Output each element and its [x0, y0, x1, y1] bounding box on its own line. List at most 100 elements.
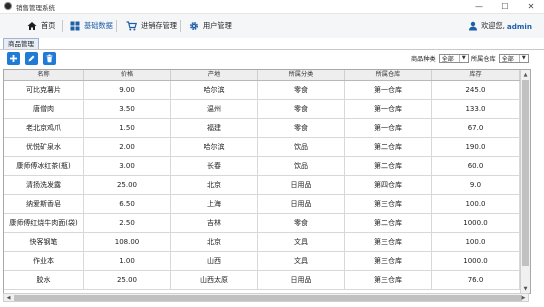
- table-cell: 清扬洗发露: [4, 176, 84, 194]
- table-cell: 日用品: [258, 271, 345, 289]
- close-button[interactable]: ✕: [518, 0, 544, 13]
- scroll-thumb[interactable]: [14, 295, 522, 301]
- scroll-up-icon[interactable]: ▲: [521, 70, 530, 79]
- nav-item-users[interactable]: 用户管理: [189, 14, 232, 38]
- table-cell: 山西太原: [171, 271, 258, 289]
- table-cell: 上海: [171, 195, 258, 213]
- table-cell: 100.0: [432, 195, 520, 213]
- welcome-text: 欢迎您,: [481, 21, 505, 30]
- table-cell: 北京: [171, 233, 258, 251]
- nav-item-label: 基础数据: [84, 21, 113, 30]
- table-cell: 190.0: [432, 138, 520, 156]
- table-row[interactable]: 快客钢笔 108.00 北京 文具 第三仓库 100.0: [4, 233, 530, 252]
- nav-item-label: 进销存管理: [141, 21, 177, 30]
- warehouse-filter: 所属仓库 全部 ▼: [471, 54, 529, 63]
- table-cell: 日用品: [258, 195, 345, 213]
- minimize-button[interactable]: —: [466, 0, 492, 13]
- table-cell: 第四仓库: [345, 176, 432, 194]
- category-filter: 商品种类 全部 ▼: [411, 54, 469, 63]
- table-cell: 胶水: [4, 271, 84, 289]
- window-title: 销售管理系统: [16, 4, 55, 12]
- username-link[interactable]: admin: [507, 22, 532, 31]
- gear-icon: [189, 21, 199, 31]
- table-cell: 哈尔滨: [171, 138, 258, 156]
- warehouse-filter-label: 所属仓库: [471, 56, 496, 63]
- table-row[interactable]: 康师傅冰红茶(瓶) 3.00 长春 饮品 第二仓库 60.0: [4, 157, 530, 176]
- nav-item-basic-data[interactable]: 基础数据: [70, 14, 113, 38]
- warehouse-select-value: 全部: [501, 56, 514, 63]
- table-row[interactable]: 可比克薯片 9.00 哈尔滨 零食 第一仓库 245.0: [4, 81, 530, 100]
- horizontal-scrollbar[interactable]: ◀ ▶: [3, 293, 529, 302]
- category-select-value: 全部: [441, 56, 454, 63]
- table-row[interactable]: 纳爱斯香皂 6.50 上海 日用品 第三仓库 100.0: [4, 195, 530, 214]
- table-cell: 零食: [258, 119, 345, 137]
- category-select[interactable]: 全部 ▼: [438, 54, 469, 63]
- table-cell: 文具: [258, 233, 345, 251]
- delete-button[interactable]: [43, 52, 56, 65]
- table-cell: 第二仓库: [345, 138, 432, 156]
- add-button[interactable]: [7, 52, 20, 65]
- home-icon: [27, 22, 37, 30]
- scroll-down-icon[interactable]: ▼: [521, 284, 530, 293]
- nav-item-label: 首页: [41, 21, 56, 30]
- table-cell: 唐僧肉: [4, 100, 84, 118]
- table-row[interactable]: 作业本 1.00 山西 文具 第三仓库 1000.0: [4, 252, 530, 271]
- grid-icon: [70, 21, 80, 31]
- table-cell: 第一仓库: [345, 100, 432, 118]
- category-filter-label: 商品种类: [411, 56, 436, 63]
- title-bar: 销售管理系统 — ☐ ✕: [0, 0, 544, 14]
- table-cell: 优悦矿泉水: [4, 138, 84, 156]
- pencil-icon: [28, 55, 35, 62]
- table-cell: 3.00: [84, 157, 171, 175]
- warehouse-select[interactable]: 全部 ▼: [498, 54, 529, 63]
- table-cell: 6.50: [84, 195, 171, 213]
- table-cell: 零食: [258, 81, 345, 99]
- maximize-button[interactable]: ☐: [492, 0, 518, 13]
- table-cell: 可比克薯片: [4, 81, 84, 99]
- scroll-right-icon[interactable]: ▶: [519, 294, 528, 301]
- table-cell: 山西: [171, 252, 258, 270]
- table-row[interactable]: 老北京鸡爪 1.50 福建 零食 第一仓库 67.0: [4, 119, 530, 138]
- table-cell: 吉林: [171, 214, 258, 232]
- product-table: 名称 价格 产地 所属分类 所属仓库 库存 可比克薯片 9.00 哈尔滨 零食 第一仓库…: [3, 69, 531, 294]
- column-header[interactable]: 名称: [4, 70, 84, 80]
- table-cell: 老北京鸡爪: [4, 119, 84, 137]
- tab-product-management[interactable]: 商品管理: [3, 38, 39, 49]
- column-header[interactable]: 所属分类: [258, 70, 345, 80]
- scroll-left-icon[interactable]: ◀: [4, 294, 13, 301]
- nav-item-label: 用户管理: [203, 21, 232, 30]
- table-cell: 100.0: [432, 233, 520, 251]
- user-icon: [469, 21, 478, 31]
- table-cell: 245.0: [432, 81, 520, 99]
- nav-item-inventory[interactable]: 进销存管理: [126, 14, 177, 38]
- main-nav: 首页 基础数据 进销存管理 用户管理 欢迎您, admin: [0, 14, 544, 39]
- table-row[interactable]: 清扬洗发露 25.00 北京 日用品 第四仓库 9.0: [4, 176, 530, 195]
- table-cell: 温州: [171, 100, 258, 118]
- table-cell: 1000.0: [432, 252, 520, 270]
- edit-button[interactable]: [25, 52, 38, 65]
- table-header: 名称 价格 产地 所属分类 所属仓库 库存: [4, 70, 530, 81]
- window-controls: — ☐ ✕: [466, 0, 544, 13]
- table-cell: 饮品: [258, 138, 345, 156]
- table-cell: 25.00: [84, 176, 171, 194]
- table-cell: 67.0: [432, 119, 520, 137]
- column-header[interactable]: 库存: [432, 70, 520, 80]
- table-cell: 作业本: [4, 252, 84, 270]
- vertical-scrollbar[interactable]: ▲ ▼: [520, 70, 530, 293]
- chevron-down-icon: ▼: [518, 55, 528, 62]
- table-cell: 快客钢笔: [4, 233, 84, 251]
- table-cell: 1.50: [84, 119, 171, 137]
- table-row[interactable]: 康师傅红烧牛肉面(袋) 2.50 吉林 零食 第二仓库 1000.0: [4, 214, 530, 233]
- table-cell: 第一仓库: [345, 119, 432, 137]
- table-cell: 第一仓库: [345, 81, 432, 99]
- scroll-thumb[interactable]: [522, 80, 529, 266]
- column-header[interactable]: 价格: [84, 70, 171, 80]
- table-cell: 哈尔滨: [171, 81, 258, 99]
- table-row[interactable]: 胶水 25.00 山西太原 日用品 第三仓库 76.0: [4, 271, 530, 290]
- table-row[interactable]: 优悦矿泉水 2.00 哈尔滨 饮品 第二仓库 190.0: [4, 138, 530, 157]
- nav-item-home[interactable]: 首页: [27, 14, 55, 38]
- column-header[interactable]: 产地: [171, 70, 258, 80]
- column-header[interactable]: 所属仓库: [345, 70, 432, 80]
- table-cell: 饮品: [258, 157, 345, 175]
- table-row[interactable]: 唐僧肉 3.50 温州 零食 第一仓库 133.0: [4, 100, 530, 119]
